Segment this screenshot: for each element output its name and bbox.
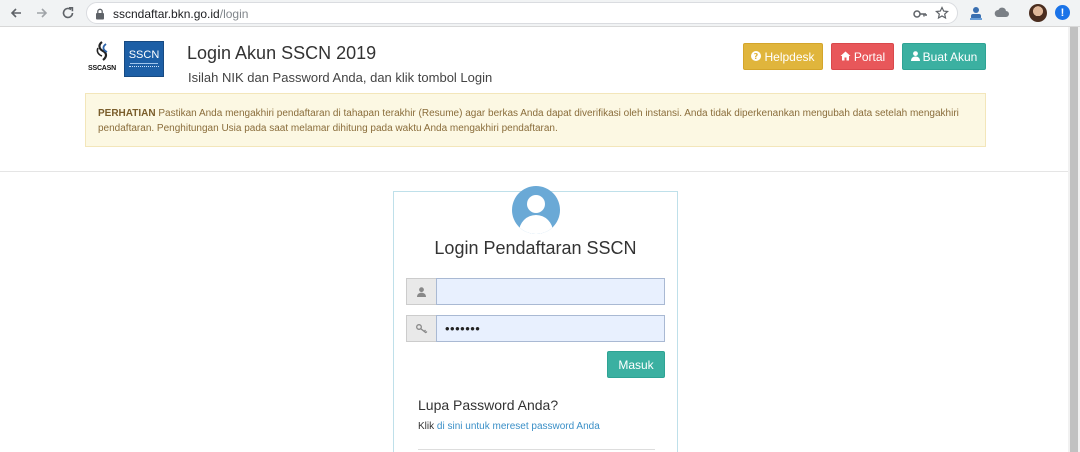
username-group bbox=[406, 278, 665, 305]
password-group: ••••••• bbox=[406, 315, 665, 342]
page-title: Login Akun SSCN 2019 bbox=[187, 43, 377, 63]
forgot-prefix: Klik bbox=[418, 421, 437, 432]
login-panel: Login Pendaftaran SSCN ••••••• Masuk Lup… bbox=[393, 186, 678, 452]
masuk-button[interactable]: Masuk bbox=[607, 351, 665, 378]
password-input[interactable]: ••••••• bbox=[436, 315, 665, 342]
alert-heading: PERHATIAN bbox=[98, 108, 156, 119]
header-divider bbox=[0, 171, 1068, 172]
alert-text: Pastikan Anda mengakhiri pendaftaran di … bbox=[98, 108, 959, 134]
forgot-password-title: Lupa Password Anda? bbox=[418, 397, 559, 413]
profile-avatar-icon[interactable] bbox=[1029, 4, 1047, 22]
svg-text:?: ? bbox=[754, 52, 759, 61]
sscn-box-logo: SSCN bbox=[124, 41, 164, 77]
lock-icon[interactable] bbox=[95, 7, 105, 25]
sscn-logo: SSCASN SSCN bbox=[86, 40, 166, 78]
sscasn-emblem-icon: SSCASN bbox=[86, 40, 120, 78]
scrollbar-thumb[interactable] bbox=[1070, 27, 1078, 452]
question-icon: ? bbox=[751, 50, 762, 64]
key-icon[interactable] bbox=[913, 7, 927, 25]
warning-alert: PERHATIAN Pastikan Anda mengakhiri penda… bbox=[85, 93, 986, 147]
portal-button[interactable]: Portal bbox=[831, 43, 894, 70]
home-icon bbox=[840, 50, 851, 64]
star-icon[interactable] bbox=[934, 6, 950, 25]
forgot-password-text: Klik di sini untuk mereset password Anda bbox=[418, 421, 600, 432]
portal-label: Portal bbox=[853, 49, 886, 64]
key-small-icon bbox=[406, 315, 437, 342]
buat-akun-button[interactable]: Buat Akun bbox=[902, 43, 986, 70]
user-add-icon bbox=[910, 50, 920, 64]
login-title: Login Pendaftaran SSCN bbox=[434, 238, 637, 258]
reset-password-link[interactable]: di sini untuk mereset password Anda bbox=[437, 421, 600, 432]
update-alert-icon[interactable]: ! bbox=[1055, 5, 1070, 20]
user-icon bbox=[406, 278, 437, 305]
password-mask: ••••••• bbox=[445, 321, 481, 336]
extension-cloud-icon[interactable] bbox=[993, 4, 1011, 22]
back-icon[interactable] bbox=[6, 3, 26, 23]
helpdesk-button[interactable]: ? Helpdesk bbox=[743, 43, 823, 70]
browser-toolbar: sscndaftar.bkn.go.id/login ! bbox=[0, 0, 1080, 27]
reload-icon[interactable] bbox=[58, 3, 78, 23]
extension-person-icon[interactable] bbox=[967, 4, 985, 22]
logo-text: SSCASN bbox=[88, 65, 116, 72]
url-text: sscndaftar.bkn.go.id/login bbox=[113, 7, 249, 21]
address-bar[interactable]: sscndaftar.bkn.go.id/login bbox=[86, 2, 958, 24]
logo-box-text: SSCN bbox=[128, 49, 160, 61]
user-avatar-icon bbox=[512, 186, 560, 234]
page-subtitle: Isilah NIK dan Password Anda, dan klik t… bbox=[188, 70, 493, 85]
page-scrollbar[interactable] bbox=[1068, 27, 1080, 452]
panel-divider bbox=[418, 449, 655, 450]
forward-icon[interactable] bbox=[32, 3, 52, 23]
helpdesk-label: Helpdesk bbox=[764, 49, 815, 64]
nik-input[interactable] bbox=[436, 278, 665, 305]
buat-akun-label: Buat Akun bbox=[922, 49, 978, 64]
